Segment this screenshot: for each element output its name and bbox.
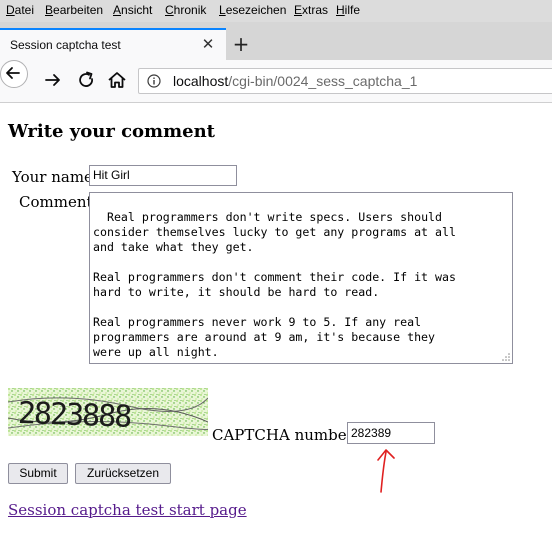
back-button[interactable]	[0, 60, 28, 88]
page-title: Write your comment	[8, 121, 215, 142]
menu-item-datei[interactable]: Datei	[6, 3, 34, 17]
forward-arrow-icon	[45, 74, 60, 86]
close-tab-icon[interactable]: ✕	[199, 35, 217, 53]
captcha-digits: 2823888	[17, 396, 132, 435]
tab-title: Session captcha test	[10, 38, 121, 52]
forward-button[interactable]	[40, 67, 66, 93]
info-icon[interactable]	[147, 74, 161, 88]
red-arrow-annotation	[377, 449, 395, 493]
menu-item-ansicht[interactable]: Ansicht	[113, 3, 152, 17]
back-arrow-icon	[6, 67, 20, 79]
resize-grip-icon[interactable]	[502, 353, 510, 361]
comment-label: Comment:	[19, 193, 98, 211]
submit-button[interactable]: Submit	[8, 463, 68, 484]
start-page-link[interactable]: Session captcha test start page	[8, 501, 247, 519]
navigation-bar: localhost/cgi-bin/0024_sess_captcha_1	[0, 60, 552, 103]
name-field[interactable]: Hit Girl	[89, 165, 237, 186]
comment-text: Real programmers don't write specs. User…	[93, 210, 456, 359]
reload-button[interactable]	[73, 67, 99, 93]
menu-item-lesezeichen[interactable]: Lesezeichen	[219, 3, 286, 17]
menu-item-chronik[interactable]: Chronik	[165, 3, 206, 17]
menu-item-hilfe[interactable]: Hilfe	[336, 3, 360, 17]
home-button[interactable]	[104, 67, 130, 93]
home-icon	[108, 72, 126, 88]
menu-item-extras[interactable]: Extras	[294, 3, 328, 17]
reset-button[interactable]: Zurücksetzen	[75, 463, 171, 484]
captcha-label: CAPTCHA number:	[212, 426, 359, 444]
url-host: localhost	[173, 73, 229, 89]
tab-session-captcha[interactable]: Session captcha test ✕	[0, 28, 226, 60]
name-label: Your name:	[12, 168, 98, 186]
url-text: localhost/cgi-bin/0024_sess_captcha_1	[173, 73, 417, 89]
comment-textarea[interactable]: Real programmers don't write specs. User…	[89, 192, 513, 364]
captcha-field[interactable]: 282389	[347, 422, 435, 444]
address-bar[interactable]: localhost/cgi-bin/0024_sess_captcha_1	[138, 68, 552, 94]
reload-icon	[79, 71, 93, 87]
menu-bar: Datei Bearbeiten Ansicht Chronik Lesezei…	[0, 0, 552, 22]
menu-item-bearbeiten[interactable]: Bearbeiten	[45, 3, 103, 17]
new-tab-icon[interactable]: +	[230, 34, 252, 56]
url-path: /cgi-bin/0024_sess_captcha_1	[228, 73, 418, 89]
captcha-image: 2823888	[8, 388, 208, 436]
